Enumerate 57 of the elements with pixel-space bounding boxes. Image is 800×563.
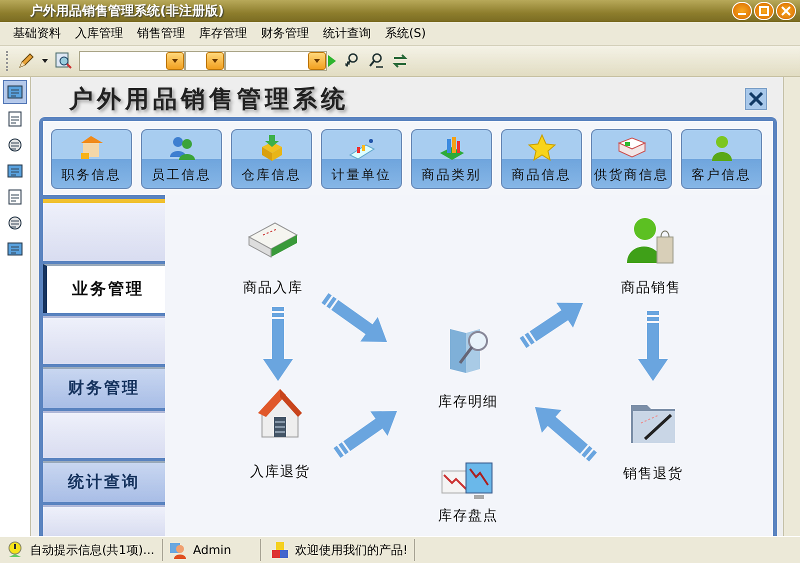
- workflow-node-label[interactable]: 商品入库: [223, 279, 323, 297]
- maximize-icon: [759, 6, 769, 16]
- nav-tab[interactable]: 统计查询: [43, 461, 165, 502]
- status-icon: [271, 541, 289, 559]
- flow-arrow: [520, 302, 583, 348]
- status-icon: [169, 541, 187, 559]
- dropdown-field[interactable]: [79, 51, 185, 71]
- app-title: 户外用品销售管理系统: [69, 84, 349, 115]
- caret-icon: [313, 58, 321, 64]
- module-button[interactable]: 职务信息: [51, 129, 132, 189]
- window-title: 户外用品销售管理系统(非注册版): [30, 2, 224, 20]
- pencil-icon[interactable]: [17, 52, 35, 70]
- menu-item[interactable]: 销售管理: [130, 25, 192, 42]
- minimize-icon: [738, 13, 746, 15]
- module-button[interactable]: 商品信息: [501, 129, 582, 189]
- module-button[interactable]: 计量单位: [321, 129, 402, 189]
- nav-tab[interactable]: [43, 316, 165, 364]
- status-text: 自动提示信息(共1项)...: [30, 542, 154, 558]
- close-icon: [748, 91, 764, 107]
- menu-item[interactable]: 基础资料: [6, 25, 68, 42]
- caret-icon: [211, 58, 219, 64]
- workflow-node-label[interactable]: 库存盘点: [418, 507, 518, 525]
- menu-item[interactable]: 系统(S): [378, 25, 433, 42]
- workflow-node-label[interactable]: 库存明细: [418, 393, 518, 411]
- status-text: 欢迎使用我们的产品!: [295, 542, 408, 558]
- flow-arrow: [334, 411, 397, 458]
- search-icon[interactable]: [55, 52, 73, 70]
- swap-icon[interactable]: [391, 52, 409, 70]
- zoom-out-icon[interactable]: [367, 52, 385, 70]
- star-icon: [526, 133, 556, 163]
- menu-item[interactable]: 库存管理: [192, 25, 254, 42]
- flow-arrow: [322, 293, 387, 342]
- minimize-button[interactable]: [732, 2, 752, 20]
- workflow-node-label[interactable]: 商品销售: [601, 279, 701, 297]
- menu-item[interactable]: 财务管理: [254, 25, 316, 42]
- caret-icon[interactable]: [41, 57, 49, 65]
- module-button[interactable]: 供货商信息: [591, 129, 672, 189]
- menu-item[interactable]: 入库管理: [68, 25, 130, 42]
- module-button[interactable]: 商品类别: [411, 129, 492, 189]
- status-text: Admin: [193, 543, 232, 557]
- maximize-button[interactable]: [754, 2, 774, 20]
- workflow-node-label[interactable]: 销售退货: [603, 465, 703, 483]
- flow-arrow: [535, 407, 597, 462]
- sidebar-tool-icon[interactable]: [3, 80, 27, 104]
- module-button[interactable]: 员工信息: [141, 129, 222, 189]
- workflow-node-label[interactable]: 入库退货: [230, 463, 330, 481]
- menu-item[interactable]: 统计查询: [316, 25, 378, 42]
- dropdown-field[interactable]: [185, 51, 225, 71]
- flow-arrow: [638, 311, 668, 381]
- module-button[interactable]: 仓库信息: [231, 129, 312, 189]
- dropdown-field[interactable]: [225, 51, 327, 71]
- module-button[interactable]: 客户信息: [681, 129, 762, 189]
- nav-tab[interactable]: 财务管理: [43, 367, 165, 408]
- status-icon: [6, 541, 24, 559]
- close-button[interactable]: [745, 88, 767, 110]
- close-icon: [781, 6, 791, 16]
- caret-icon: [171, 58, 179, 64]
